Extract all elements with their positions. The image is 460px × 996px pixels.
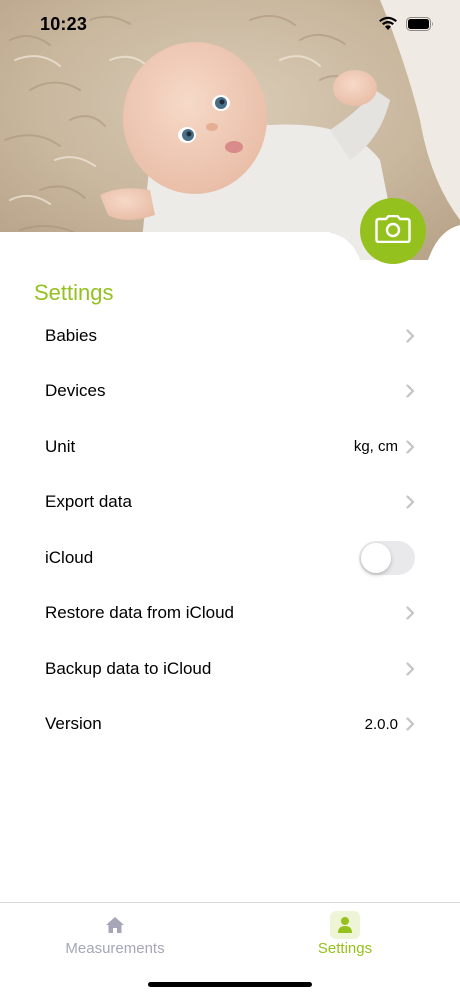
- chevron-right-icon: [406, 384, 415, 398]
- settings-row-export-data[interactable]: Export data: [0, 475, 460, 531]
- row-value: kg, cm: [353, 438, 398, 456]
- row-label: Babies: [45, 325, 97, 345]
- settings-list: Babies Devices Unit kg, cm Export data i…: [0, 308, 460, 752]
- tab-measurements[interactable]: Measurements: [0, 903, 230, 973]
- tab-settings[interactable]: Settings: [230, 903, 460, 973]
- toggle-knob: [361, 542, 391, 573]
- settings-screen: 10:23 Settings Babies Devices Unit kg, c…: [0, 0, 460, 996]
- chevron-right-icon: [406, 495, 415, 509]
- chevron-right-icon: [406, 440, 415, 454]
- icloud-toggle[interactable]: [359, 540, 415, 575]
- settings-row-version[interactable]: Version 2.0.0: [0, 697, 460, 753]
- settings-row-icloud: iCloud: [0, 530, 460, 586]
- camera-icon: [375, 214, 411, 248]
- settings-row-babies[interactable]: Babies: [0, 308, 460, 364]
- row-label: Version: [45, 714, 102, 734]
- settings-row-backup-icloud[interactable]: Backup data to iCloud: [0, 641, 460, 697]
- chevron-right-icon: [406, 662, 415, 676]
- row-label: Restore data from iCloud: [45, 603, 234, 623]
- row-label: iCloud: [45, 547, 94, 567]
- battery-icon: [406, 16, 434, 36]
- row-label: Export data: [45, 492, 132, 512]
- tab-label: Settings: [317, 940, 373, 957]
- home-indicator: [148, 982, 312, 987]
- row-label: Devices: [45, 381, 106, 401]
- page-title: Settings: [34, 280, 114, 305]
- camera-button[interactable]: [360, 198, 426, 264]
- person-icon: [338, 917, 352, 933]
- status-icons: [378, 16, 434, 36]
- status-bar: 10:23: [0, 0, 460, 50]
- row-label: Unit: [45, 436, 76, 456]
- tab-label: Measurements: [65, 940, 165, 957]
- chevron-right-icon: [406, 717, 415, 731]
- chevron-right-icon: [406, 606, 415, 620]
- chevron-right-icon: [406, 329, 415, 343]
- settings-row-restore-icloud[interactable]: Restore data from iCloud: [0, 586, 460, 642]
- settings-row-devices[interactable]: Devices: [0, 364, 460, 420]
- settings-row-unit[interactable]: Unit kg, cm: [0, 419, 460, 475]
- row-value: 2.0.0: [364, 715, 398, 733]
- wifi-icon: [378, 16, 398, 36]
- row-label: Backup data to iCloud: [45, 658, 212, 678]
- status-time: 10:23: [40, 14, 88, 34]
- home-icon: [106, 917, 124, 933]
